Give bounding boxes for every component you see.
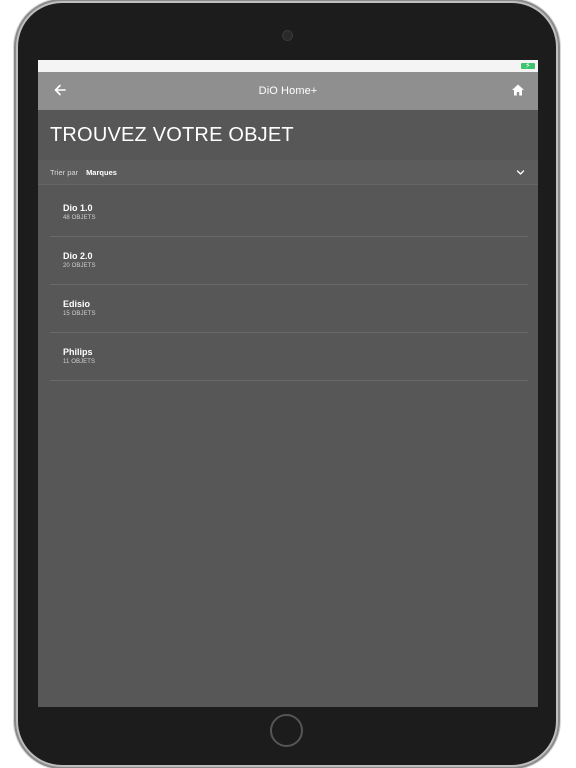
- front-camera: [282, 30, 293, 41]
- list-item-dio-2[interactable]: Dio 2.0 20 OBJETS: [50, 237, 528, 285]
- list-item-edisio[interactable]: Edisio 15 OBJETS: [50, 285, 528, 333]
- device-home-button[interactable]: [270, 714, 303, 747]
- sort-label: Trier par: [50, 167, 79, 177]
- item-name: Philips: [63, 347, 93, 357]
- sort-dropdown[interactable]: Trier par Marques: [38, 160, 538, 185]
- status-bar: ⚡: [38, 60, 538, 72]
- item-count: 20 OBJETS: [63, 263, 96, 269]
- list-item-philips[interactable]: Philips 11 OBJETS: [50, 333, 528, 381]
- item-count: 48 OBJETS: [63, 215, 96, 221]
- list-item-dio-1[interactable]: Dio 1.0 48 OBJETS: [50, 189, 528, 237]
- app-header: DiO Home+: [38, 72, 538, 110]
- chevron-down-icon[interactable]: [516, 168, 525, 177]
- item-count: 11 OBJETS: [63, 359, 96, 365]
- app-screen: ⚡ DiO Home+ TROUVEZ VOTRE OBJET Trier pa…: [38, 60, 538, 707]
- home-icon[interactable]: [511, 83, 525, 97]
- page-title: TROUVEZ VOTRE OBJET: [50, 124, 294, 146]
- brand-list: Dio 1.0 48 OBJETS Dio 2.0 20 OBJETS Edis…: [50, 189, 528, 381]
- back-arrow-icon[interactable]: [53, 83, 67, 97]
- item-name: Dio 1.0: [63, 203, 93, 213]
- sort-value: Marques: [86, 167, 117, 177]
- item-name: Edisio: [63, 299, 91, 309]
- battery-charging-icon: ⚡: [521, 61, 535, 70]
- app-title: DiO Home+: [258, 85, 318, 97]
- item-count: 15 OBJETS: [63, 311, 96, 317]
- tablet-frame: ⚡ DiO Home+ TROUVEZ VOTRE OBJET Trier pa…: [18, 3, 556, 765]
- item-name: Dio 2.0: [63, 251, 93, 261]
